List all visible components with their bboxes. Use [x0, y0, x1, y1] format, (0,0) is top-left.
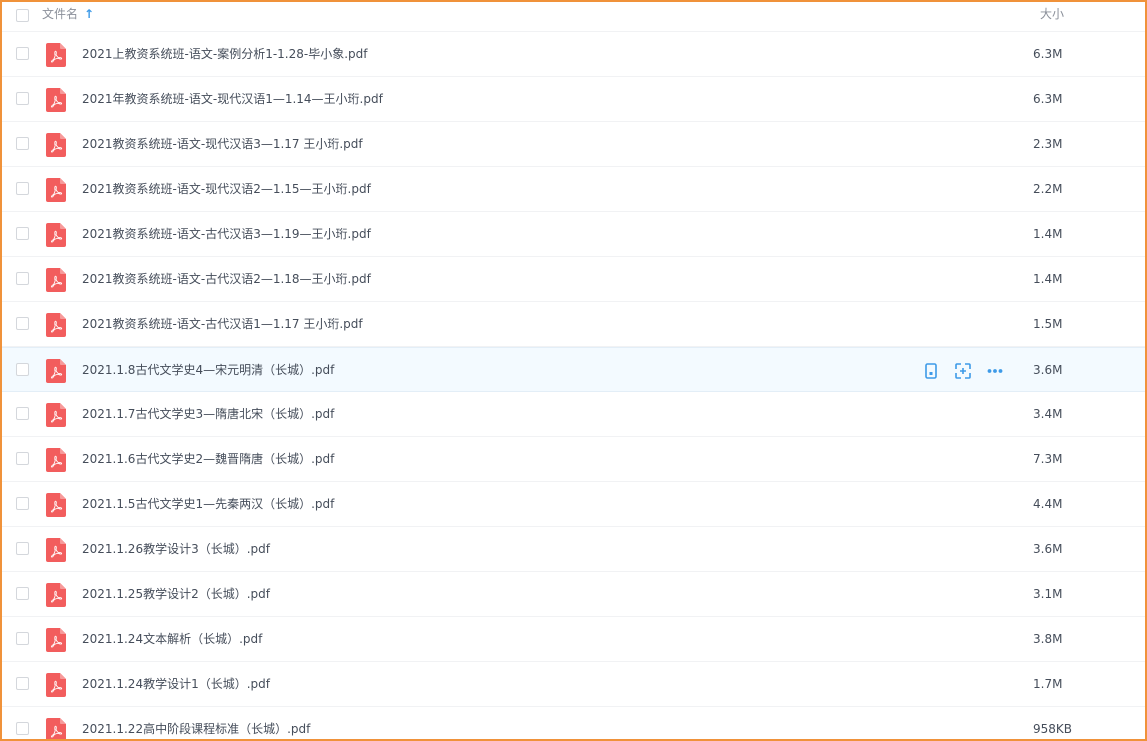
file-list-panel: 文件名 ↑ 大小 2021上教资系统班-语文-案例分析1-1.28-毕小象.pd… — [0, 0, 1147, 741]
file-row[interactable]: 2021教资系统班-语文-古代汉语1—1.17 王小珩.pdf 1.5M — [2, 302, 1145, 347]
file-row[interactable]: 2021教资系统班-语文-古代汉语3—1.19—王小珩.pdf 1.4M — [2, 212, 1145, 257]
file-size: 3.6M — [1033, 363, 1063, 377]
sort-ascending-icon[interactable]: ↑ — [84, 6, 94, 22]
file-checkbox[interactable] — [16, 317, 29, 330]
file-name[interactable]: 2021教资系统班-语文-现代汉语2—1.15—王小珩.pdf — [82, 181, 371, 197]
file-checkbox[interactable] — [16, 363, 29, 376]
file-size: 6.3M — [1033, 92, 1063, 106]
file-row[interactable]: 2021.1.8古代文学史4—宋元明清（长城）.pdf 3.6M — [2, 347, 1145, 392]
file-name[interactable]: 2021.1.24教学设计1（长城）.pdf — [82, 676, 270, 692]
file-row[interactable]: 2021.1.26教学设计3（长城）.pdf 3.6M — [2, 527, 1145, 572]
file-size: 1.4M — [1033, 272, 1063, 286]
pdf-file-icon — [46, 268, 66, 292]
file-row[interactable]: 2021教资系统班-语文-现代汉语3—1.17 王小珩.pdf 2.3M — [2, 122, 1145, 167]
file-row[interactable]: 2021.1.6古代文学史2—魏晋隋唐（长城）.pdf 7.3M — [2, 437, 1145, 482]
file-name[interactable]: 2021.1.25教学设计2（长城）.pdf — [82, 586, 270, 602]
pdf-file-icon — [46, 359, 66, 383]
pdf-file-icon — [46, 133, 66, 157]
file-size: 2.2M — [1033, 182, 1063, 196]
pdf-file-icon — [46, 673, 66, 697]
file-checkbox[interactable] — [16, 587, 29, 600]
file-row[interactable]: 2021上教资系统班-语文-案例分析1-1.28-毕小象.pdf 6.3M — [2, 32, 1145, 77]
file-checkbox[interactable] — [16, 92, 29, 105]
file-name[interactable]: 2021.1.26教学设计3（长城）.pdf — [82, 541, 270, 557]
pdf-file-icon — [46, 43, 66, 67]
file-list: 2021上教资系统班-语文-案例分析1-1.28-毕小象.pdf 6.3M 20… — [2, 32, 1145, 739]
file-checkbox[interactable] — [16, 47, 29, 60]
file-size: 3.8M — [1033, 632, 1063, 646]
file-size: 3.1M — [1033, 587, 1063, 601]
file-checkbox[interactable] — [16, 407, 29, 420]
file-name[interactable]: 2021.1.5古代文学史1—先秦两汉（长城）.pdf — [82, 496, 334, 512]
file-checkbox[interactable] — [16, 137, 29, 150]
file-name[interactable]: 2021教资系统班-语文-古代汉语3—1.19—王小珩.pdf — [82, 226, 371, 242]
pdf-file-icon — [46, 313, 66, 337]
file-name[interactable]: 2021上教资系统班-语文-案例分析1-1.28-毕小象.pdf — [82, 46, 368, 62]
pdf-file-icon — [46, 718, 66, 739]
pdf-file-icon — [46, 628, 66, 652]
file-row[interactable]: 2021.1.22高中阶段课程标准（长城）.pdf 958KB — [2, 707, 1145, 739]
file-size: 3.4M — [1033, 407, 1063, 421]
file-name[interactable]: 2021.1.8古代文学史4—宋元明清（长城）.pdf — [82, 362, 334, 378]
file-size: 4.4M — [1033, 497, 1063, 511]
file-name[interactable]: 2021.1.6古代文学史2—魏晋隋唐（长城）.pdf — [82, 451, 334, 467]
file-row[interactable]: 2021教资系统班-语文-现代汉语2—1.15—王小珩.pdf 2.2M — [2, 167, 1145, 212]
file-size: 7.3M — [1033, 452, 1063, 466]
pdf-file-icon — [46, 178, 66, 202]
file-name[interactable]: 2021教资系统班-语文-古代汉语2—1.18—王小珩.pdf — [82, 271, 371, 287]
file-size: 1.5M — [1033, 317, 1063, 331]
file-size: 2.3M — [1033, 137, 1063, 151]
file-checkbox[interactable] — [16, 182, 29, 195]
pdf-file-icon — [46, 583, 66, 607]
pdf-file-icon — [46, 403, 66, 427]
column-header-size[interactable]: 大小 — [1040, 6, 1064, 22]
file-row[interactable]: 2021.1.25教学设计2（长城）.pdf 3.1M — [2, 572, 1145, 617]
file-checkbox[interactable] — [16, 452, 29, 465]
more-icon[interactable] — [986, 362, 1004, 380]
file-row[interactable]: 2021.1.5古代文学史1—先秦两汉（长城）.pdf 4.4M — [2, 482, 1145, 527]
file-row[interactable]: 2021年教资系统班-语文-现代汉语1—1.14—王小珩.pdf 6.3M — [2, 77, 1145, 122]
pdf-file-icon — [46, 538, 66, 562]
pdf-file-icon — [46, 493, 66, 517]
file-size: 958KB — [1033, 722, 1073, 736]
file-checkbox[interactable] — [16, 272, 29, 285]
file-checkbox[interactable] — [16, 542, 29, 555]
share-icon[interactable] — [954, 362, 972, 380]
file-checkbox[interactable] — [16, 722, 29, 735]
mobile-icon[interactable] — [922, 362, 940, 380]
list-header: 文件名 ↑ 大小 — [2, 2, 1145, 32]
pdf-file-icon — [46, 223, 66, 247]
file-name[interactable]: 2021教资系统班-语文-现代汉语3—1.17 王小珩.pdf — [82, 136, 363, 152]
file-size: 3.6M — [1033, 542, 1063, 556]
file-row[interactable]: 2021.1.7古代文学史3—隋唐北宋（长城）.pdf 3.4M — [2, 392, 1145, 437]
file-name[interactable]: 2021年教资系统班-语文-现代汉语1—1.14—王小珩.pdf — [82, 91, 383, 107]
file-checkbox[interactable] — [16, 632, 29, 645]
select-all-checkbox[interactable] — [16, 9, 29, 22]
file-name[interactable]: 2021.1.24文本解析（长城）.pdf — [82, 631, 262, 647]
file-row[interactable]: 2021.1.24文本解析（长城）.pdf 3.8M — [2, 617, 1145, 662]
pdf-file-icon — [46, 88, 66, 112]
file-size: 1.7M — [1033, 677, 1063, 691]
file-checkbox[interactable] — [16, 677, 29, 690]
file-name[interactable]: 2021教资系统班-语文-古代汉语1—1.17 王小珩.pdf — [82, 316, 363, 332]
file-size: 1.4M — [1033, 227, 1063, 241]
file-checkbox[interactable] — [16, 497, 29, 510]
pdf-file-icon — [46, 448, 66, 472]
column-header-name[interactable]: 文件名 — [42, 6, 78, 22]
file-row[interactable]: 2021教资系统班-语文-古代汉语2—1.18—王小珩.pdf 1.4M — [2, 257, 1145, 302]
file-checkbox[interactable] — [16, 227, 29, 240]
file-size: 6.3M — [1033, 47, 1063, 61]
file-name[interactable]: 2021.1.7古代文学史3—隋唐北宋（长城）.pdf — [82, 406, 334, 422]
file-row[interactable]: 2021.1.24教学设计1（长城）.pdf 1.7M — [2, 662, 1145, 707]
file-name[interactable]: 2021.1.22高中阶段课程标准（长城）.pdf — [82, 721, 310, 737]
